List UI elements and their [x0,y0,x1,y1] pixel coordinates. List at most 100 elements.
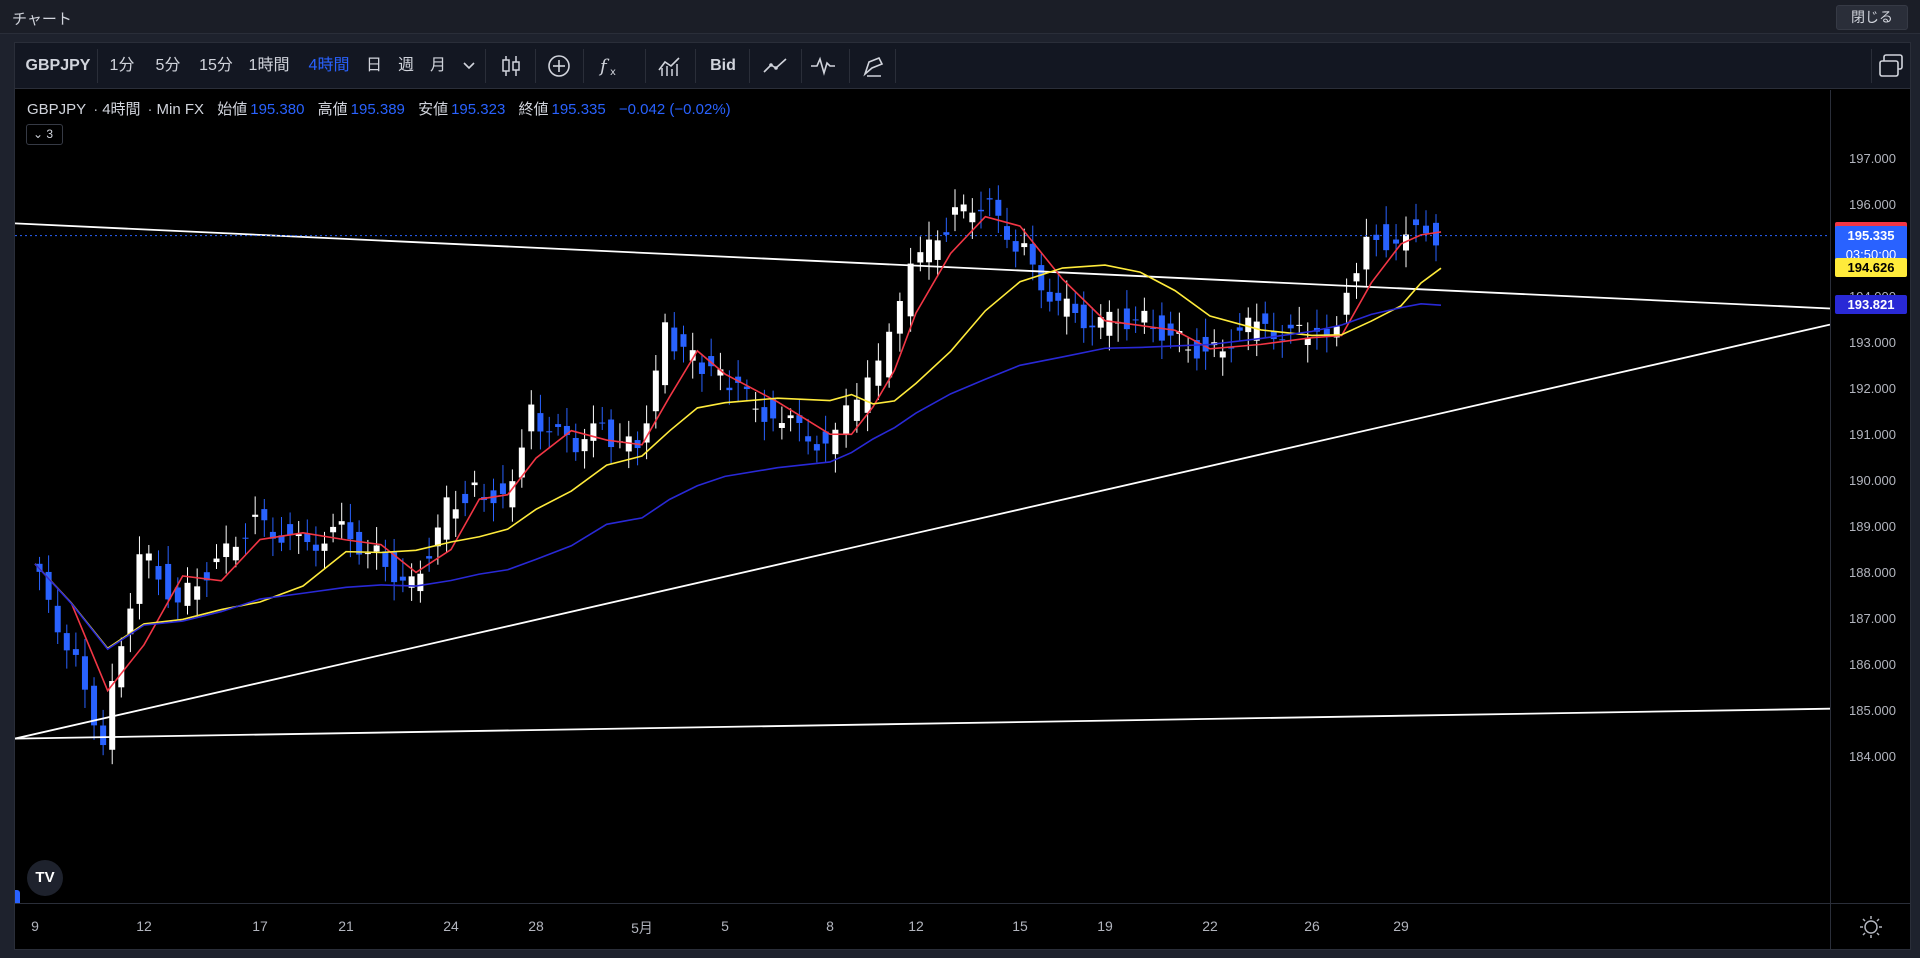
legend-collapse-button[interactable]: ⌄ 3 [26,124,63,145]
time-tick: 26 [1304,918,1320,934]
interval-5m[interactable]: 5分 [153,43,183,89]
time-tick: 29 [1393,918,1409,934]
time-tick: 15 [1012,918,1028,934]
chevron-down-icon: ⌄ [33,127,44,141]
candle-body [752,408,759,410]
price-tick: 187.000 [1849,611,1896,626]
candle-body [287,524,294,535]
candle-body [1029,243,1036,265]
function-icon[interactable]: fx [595,52,623,80]
layout-icon[interactable] [1877,52,1905,80]
candle-body [100,725,107,746]
interval-15m[interactable]: 15分 [197,43,235,89]
legend-collapse-count: 3 [46,127,54,141]
price-tick: 185.000 [1849,703,1896,718]
candle-body [223,543,230,558]
candle-body [662,322,669,386]
candle-body [304,533,311,543]
candle-body [761,407,768,422]
drawing-icon[interactable] [859,52,887,80]
time-axis[interactable]: 9 12 17 21 24 28 5月 5 8 12 15 19 22 26 29 [15,903,1830,949]
bid-button[interactable]: Bid [703,43,743,89]
candles-icon[interactable] [497,52,525,80]
interval-week[interactable]: 週 [397,43,415,89]
interval-1h[interactable]: 1時間 [245,43,293,89]
candle-body [671,327,678,352]
candle-body [471,482,478,486]
candle-body [1063,298,1070,317]
chart-frame: GBPJPY 1分 5分 15分 1時間 4時間 日 週 月 fx Bid GB… [14,42,1911,950]
interval-4h[interactable]: 4時間 [305,43,353,89]
tradingview-logo-icon[interactable]: TV [27,860,63,896]
trend-icon[interactable] [761,52,789,80]
legend-source: Min FX [156,101,205,118]
close-button[interactable]: 閉じる [1836,5,1908,30]
price-tag: 194.626 [1835,258,1907,278]
add-indicator-icon[interactable] [545,52,573,80]
candle-body [373,545,380,552]
candle-body [165,563,172,600]
candle-body [1123,308,1130,330]
candle-body [321,543,328,551]
price-tick: 184.000 [1849,749,1896,764]
candle-body [986,198,993,200]
time-tick: 17 [252,918,268,934]
symbol-button[interactable]: GBPJPY [25,43,91,89]
price-tag: 193.821 [1835,295,1907,315]
candle-body [232,546,239,561]
time-tick: 5月 [631,920,653,936]
settings-corner[interactable] [1830,903,1910,949]
candle-body [995,199,1002,216]
candle-body [312,544,319,551]
candle-body [907,263,914,317]
candle-body [528,404,535,432]
chart-plot-area[interactable]: GBPJPY · 4時間 · Min FX 始値 195.380 高値 195.389 安値… [15,90,1830,903]
candle-body [382,551,389,567]
candle-body [347,522,354,540]
candle-body [853,399,860,421]
candle-body [443,497,450,540]
trendline-0 [15,222,1830,310]
moving-average-line-2 [34,303,1442,651]
candle-body [213,558,220,563]
candle-body [338,521,345,525]
chevron-down-icon[interactable] [461,54,477,78]
candle-body [1413,219,1419,226]
legend-change: −0.042 (−0.02%) [618,101,731,118]
moving-average-line-1 [34,264,1442,650]
candle-body [54,605,61,633]
price-tag-label: 195.335 [1847,227,1895,243]
candle-body [399,576,406,581]
price-axis[interactable]: 197.000196.000195.000194.000193.000192.0… [1830,90,1910,903]
candle-body [896,301,903,334]
legend-close: 195.335 [551,101,606,118]
interval-day[interactable]: 日 [365,43,383,89]
scroll-handle[interactable] [15,890,20,903]
candle-body [136,554,143,604]
interval-1m[interactable]: 1分 [107,43,137,89]
compare-icon[interactable] [809,52,837,80]
time-tick: 24 [443,918,459,934]
time-tick: 12 [908,918,924,934]
candle-body [194,586,201,600]
candle-body [1253,321,1260,341]
candle-body [1296,324,1303,326]
candle-body [934,240,941,260]
price-tick: 186.000 [1849,657,1896,672]
candle-body [242,537,249,539]
interval-month[interactable]: 月 [429,43,447,89]
chart-type-icon[interactable] [655,52,683,80]
price-tick: 193.000 [1849,335,1896,350]
candle-body [770,399,777,419]
candle-body [155,566,162,580]
candle-body [261,509,268,521]
candle-body [1343,292,1350,315]
settings-icon[interactable] [1831,904,1911,950]
candle-body [813,444,820,451]
candle-body [1004,226,1010,240]
moving-average-line-0 [34,215,1442,693]
chart-window: チャート 閉じる GBPJPY 1分 5分 15分 1時間 4時間 日 週 月 [0,0,1920,958]
time-tick: 5 [721,918,729,934]
legend-open: 195.380 [250,101,305,118]
candle-body [590,423,597,441]
